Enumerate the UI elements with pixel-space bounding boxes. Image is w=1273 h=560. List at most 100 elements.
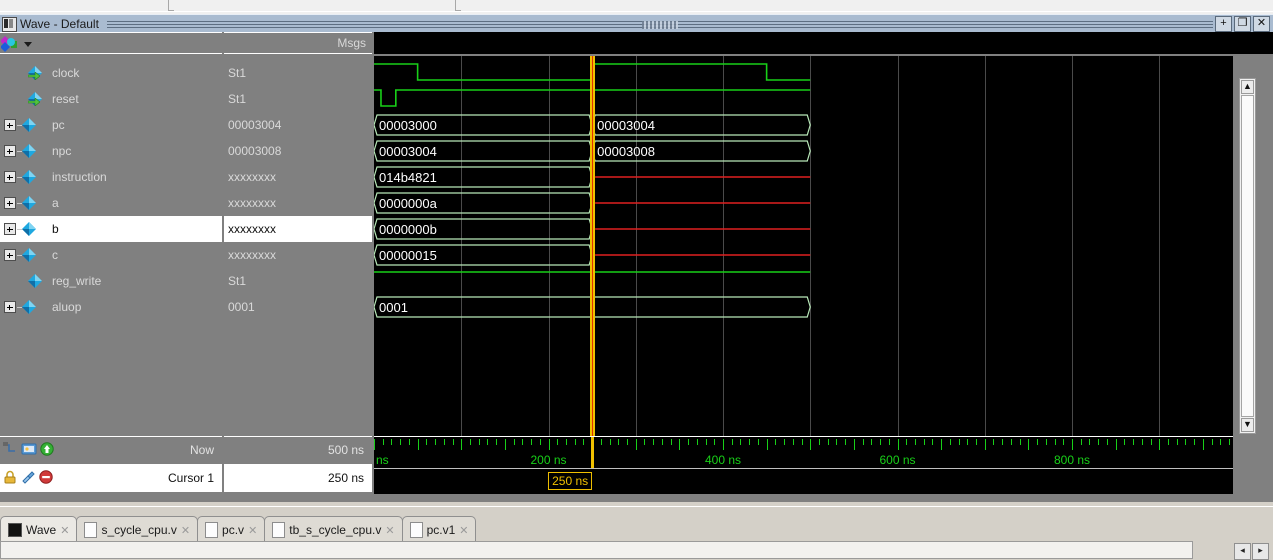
titlebar-rail <box>106 20 1213 29</box>
waveform-b[interactable]: 0000000b <box>374 216 1233 242</box>
close-button[interactable]: ✕ <box>1253 16 1270 32</box>
waveform-reg_write[interactable] <box>374 268 1233 294</box>
waveform-npc[interactable]: 00003004 00003008 <box>374 138 1233 164</box>
values-column-header[interactable]: Msgs <box>224 32 372 54</box>
waveform-a[interactable]: 0000000a <box>374 190 1233 216</box>
waveform-reset[interactable] <box>374 86 1233 112</box>
timeline-tick <box>1054 439 1056 445</box>
expand-toggle-icon[interactable] <box>4 249 22 261</box>
timeline-tick <box>496 439 498 445</box>
signal-name-label: aluop <box>52 300 82 314</box>
expand-toggle-icon[interactable] <box>4 197 22 209</box>
tab-next-button[interactable]: ▸ <box>1252 543 1269 560</box>
tab-close-icon[interactable]: ✕ <box>385 524 394 537</box>
expand-toggle-icon[interactable] <box>4 145 22 157</box>
timeline-tick <box>565 439 567 445</box>
timeline-cursor-marker[interactable] <box>591 437 595 468</box>
timeline-tick <box>749 439 751 445</box>
cursor-icon-group <box>3 470 53 484</box>
timeline-tick <box>818 439 820 445</box>
timeline-tick <box>513 439 515 445</box>
timeline-tick <box>1176 439 1178 445</box>
timeline-tick <box>1045 439 1047 445</box>
tab-tb-s-cycle-cpu-v[interactable]: tb_s_cycle_cpu.v ✕ <box>264 516 403 543</box>
cursor-label-cell[interactable]: Cursor 1 <box>0 464 222 492</box>
timeline-tick <box>906 439 908 445</box>
cursor-link-icon[interactable] <box>3 442 18 456</box>
wrench-icon[interactable] <box>21 470 36 484</box>
timeline-label: ns <box>376 453 389 467</box>
tab-close-icon[interactable]: ✕ <box>60 524 69 537</box>
signal-row-a[interactable]: a <box>0 190 222 216</box>
waveform-clock[interactable] <box>374 60 1233 86</box>
waveform-c[interactable]: 00000015 <box>374 242 1233 268</box>
window-title: Wave - Default <box>20 17 99 31</box>
titlebar-grip[interactable] <box>641 20 678 29</box>
add-marker-icon[interactable] <box>40 442 54 456</box>
timeline-tick <box>635 439 637 450</box>
signal-row-instruction[interactable]: instruction <box>0 164 222 190</box>
cursor-line[interactable] <box>590 56 596 436</box>
timeline-tick <box>888 439 890 445</box>
waveform-instruction[interactable]: 014b4821 <box>374 164 1233 190</box>
chevron-down-icon[interactable] <box>24 42 32 47</box>
bus-value-label: 00003004 <box>597 118 655 133</box>
waves-vscrollbar[interactable]: ▲ ▼ <box>1239 78 1256 434</box>
timeline-ruler[interactable]: ns200 ns400 ns600 ns800 ns1000250 ns <box>374 436 1233 494</box>
signal-name-list[interactable]: clock reset pc npc instruction a b c reg_writeal… <box>0 56 222 436</box>
timeline-tick <box>557 439 559 445</box>
timeline-tick <box>574 439 576 445</box>
timeline-tick <box>688 439 690 445</box>
expand-toggle-icon[interactable] <box>4 301 22 313</box>
timeline-tick <box>417 439 419 450</box>
timeline-tick <box>792 439 794 445</box>
scroll-up-icon[interactable]: ▲ <box>1241 80 1254 94</box>
waveform-aluop[interactable]: 0001 <box>374 294 1233 320</box>
wave-titlebar[interactable]: Wave - Default + ❐ ✕ <box>0 14 1273 33</box>
timeline-tick <box>487 439 489 445</box>
tab-pc-v1[interactable]: pc.v1 ✕ <box>401 516 477 543</box>
vscroll-thumb[interactable] <box>1241 95 1254 417</box>
tab-close-icon[interactable]: ✕ <box>248 524 257 537</box>
signal-row-c[interactable]: c <box>0 242 222 268</box>
tab-s-cycle-cpu-v[interactable]: s_cycle_cpu.v ✕ <box>76 516 199 543</box>
signal-row-clock[interactable]: clock <box>0 60 222 86</box>
expand-toggle-icon[interactable] <box>4 171 22 183</box>
signal-row-reg_write[interactable]: reg_write <box>0 268 222 294</box>
wave-icon <box>8 523 22 537</box>
waveform-canvas[interactable]: 00003000 00003004 00003004 00003008 014b4821… <box>374 56 1233 436</box>
scroll-down-icon[interactable]: ▼ <box>1241 418 1254 432</box>
maximize-button[interactable]: ❐ <box>1234 16 1251 32</box>
expand-toggle-icon[interactable] <box>4 119 22 131</box>
timeline-tick <box>1141 439 1143 445</box>
wave-window-icon <box>2 16 17 32</box>
signal-row-reset[interactable]: reset <box>0 86 222 112</box>
expand-toggle-icon[interactable] <box>4 223 22 235</box>
lock-icon[interactable] <box>3 470 18 484</box>
tab-prev-button[interactable]: ◂ <box>1234 543 1251 560</box>
tab-close-icon[interactable]: ✕ <box>459 524 468 537</box>
signal-row-npc[interactable]: npc <box>0 138 222 164</box>
signal-name-label: a <box>52 196 59 210</box>
names-column-header[interactable] <box>0 32 222 54</box>
delete-cursor-icon[interactable] <box>39 470 53 484</box>
signal-row-pc[interactable]: pc <box>0 112 222 138</box>
tab-close-icon[interactable]: ✕ <box>181 524 190 537</box>
tab-pc-v[interactable]: pc.v ✕ <box>197 516 266 543</box>
cursor-time-badge[interactable]: 250 ns <box>548 472 593 490</box>
signal-diamond-icon <box>22 170 36 184</box>
undock-button[interactable]: + <box>1215 16 1232 32</box>
timeline-tick <box>1185 439 1187 445</box>
timeline-tick <box>1124 439 1126 445</box>
timeline-tick <box>670 439 672 445</box>
tab-strip[interactable]: Wave ✕ s_cycle_cpu.v ✕ pc.v ✕ tb_s_cycle_cpu.v… <box>0 515 477 543</box>
timeline-tick <box>661 439 663 445</box>
cursor-value-cell[interactable]: 250 ns <box>224 464 372 492</box>
waveform-pc[interactable]: 00003000 00003004 <box>374 112 1233 138</box>
signal-row-aluop[interactable]: aluop <box>0 294 222 320</box>
signal-row-b[interactable]: b <box>0 216 222 242</box>
add-cursor-icon[interactable] <box>21 442 37 456</box>
signal-value-list[interactable]: St1 St1 00003004 00003008 xxxxxxxx xxxxxxxx xx… <box>224 56 372 436</box>
timeline-tick <box>1220 439 1222 445</box>
tab-wave[interactable]: Wave ✕ <box>0 516 78 543</box>
